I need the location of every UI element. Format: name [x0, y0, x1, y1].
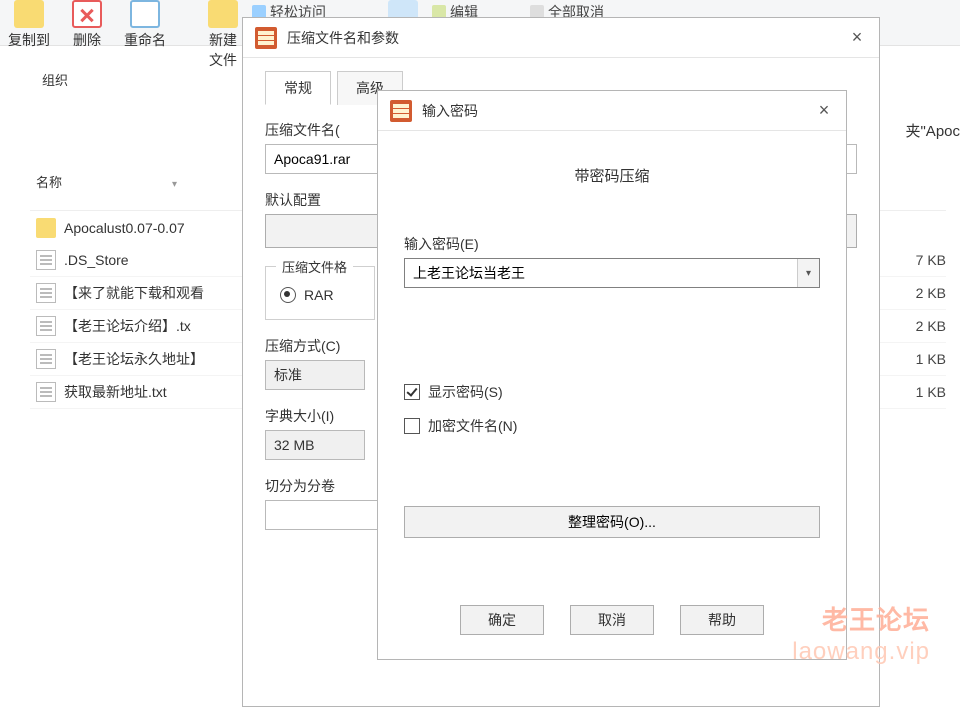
- split-input[interactable]: [265, 500, 385, 530]
- ribbon-rename-label: 重命名: [124, 30, 166, 50]
- method-select[interactable]: 标准: [265, 360, 365, 390]
- file-size: 2 KB: [886, 318, 946, 334]
- folder-icon: [36, 218, 56, 238]
- rar-app-icon: [390, 100, 412, 122]
- password-label: 输入密码(E): [404, 234, 820, 254]
- watermark-line1: 老王论坛: [822, 600, 930, 637]
- format-legend: 压缩文件格: [276, 257, 353, 276]
- ribbon-copy-to-label: 复制到: [8, 30, 50, 50]
- encrypt-names-checkbox[interactable]: 加密文件名(N): [404, 416, 820, 436]
- dict-select[interactable]: 32 MB: [265, 430, 365, 460]
- archive-dialog-title: 压缩文件名和参数: [287, 28, 847, 48]
- cancel-button[interactable]: 取消: [570, 605, 654, 635]
- checkbox-checked-icon: [404, 384, 420, 400]
- rename-icon: [130, 0, 160, 28]
- txt-icon: [36, 382, 56, 402]
- rar-app-icon: [255, 27, 277, 49]
- chevron-down-icon[interactable]: ▾: [797, 259, 819, 287]
- format-rar-label: RAR: [304, 287, 334, 303]
- txt-icon: [36, 316, 56, 336]
- dict-value: 32 MB: [274, 437, 314, 453]
- search-text-fragment: 夹"Apoc: [905, 120, 960, 141]
- checkbox-icon: [404, 418, 420, 434]
- show-password-checkbox[interactable]: 显示密码(S): [404, 382, 820, 402]
- password-dialog-body: 带密码压缩 输入密码(E) ▾ 显示密码(S) 加密文件名(N) 整理密码(O)…: [378, 131, 846, 659]
- password-dialog-titlebar: 输入密码 ×: [378, 91, 846, 131]
- delete-icon: [72, 0, 102, 28]
- organize-passwords-button[interactable]: 整理密码(O)...: [404, 506, 820, 538]
- watermark-line2: laowang.vip: [792, 638, 930, 666]
- show-password-label: 显示密码(S): [428, 382, 503, 402]
- doc-icon: [36, 250, 56, 270]
- password-combobox[interactable]: ▾: [404, 258, 820, 288]
- file-size: 1 KB: [886, 384, 946, 400]
- encrypt-names-label: 加密文件名(N): [428, 416, 517, 436]
- close-icon[interactable]: ×: [847, 27, 867, 48]
- help-button[interactable]: 帮助: [680, 605, 764, 635]
- method-value: 标准: [274, 365, 302, 385]
- ribbon-delete[interactable]: 删除: [72, 0, 102, 50]
- dialog-button-row: 确定 取消 帮助: [404, 605, 820, 635]
- radio-icon: [280, 287, 296, 303]
- ribbon-rename[interactable]: 重命名: [124, 0, 166, 50]
- password-dialog: 输入密码 × 带密码压缩 输入密码(E) ▾ 显示密码(S) 加密文件名(N) …: [377, 90, 847, 660]
- password-dialog-title: 输入密码: [422, 101, 814, 121]
- folder-icon: [14, 0, 44, 28]
- ribbon-copy-to[interactable]: 复制到: [8, 0, 50, 50]
- password-input[interactable]: [405, 259, 797, 287]
- format-rar-radio[interactable]: RAR: [280, 287, 360, 303]
- close-icon[interactable]: ×: [814, 100, 834, 121]
- ok-button[interactable]: 确定: [460, 605, 544, 635]
- file-size: 7 KB: [886, 252, 946, 268]
- new-folder-icon: [208, 0, 238, 28]
- ribbon-new-label: 新建 文件: [209, 30, 237, 70]
- ribbon-group-organize: 组织: [42, 70, 68, 89]
- ribbon-delete-label: 删除: [73, 30, 101, 50]
- file-size: 2 KB: [886, 285, 946, 301]
- ribbon-new[interactable]: 新建 文件: [208, 0, 238, 70]
- password-heading: 带密码压缩: [404, 165, 820, 186]
- file-size: 1 KB: [886, 351, 946, 367]
- tab-general[interactable]: 常规: [265, 71, 331, 105]
- txt-icon: [36, 283, 56, 303]
- column-header-name[interactable]: 名称: [30, 168, 237, 195]
- archive-dialog-titlebar: 压缩文件名和参数 ×: [243, 18, 879, 58]
- txt-icon: [36, 349, 56, 369]
